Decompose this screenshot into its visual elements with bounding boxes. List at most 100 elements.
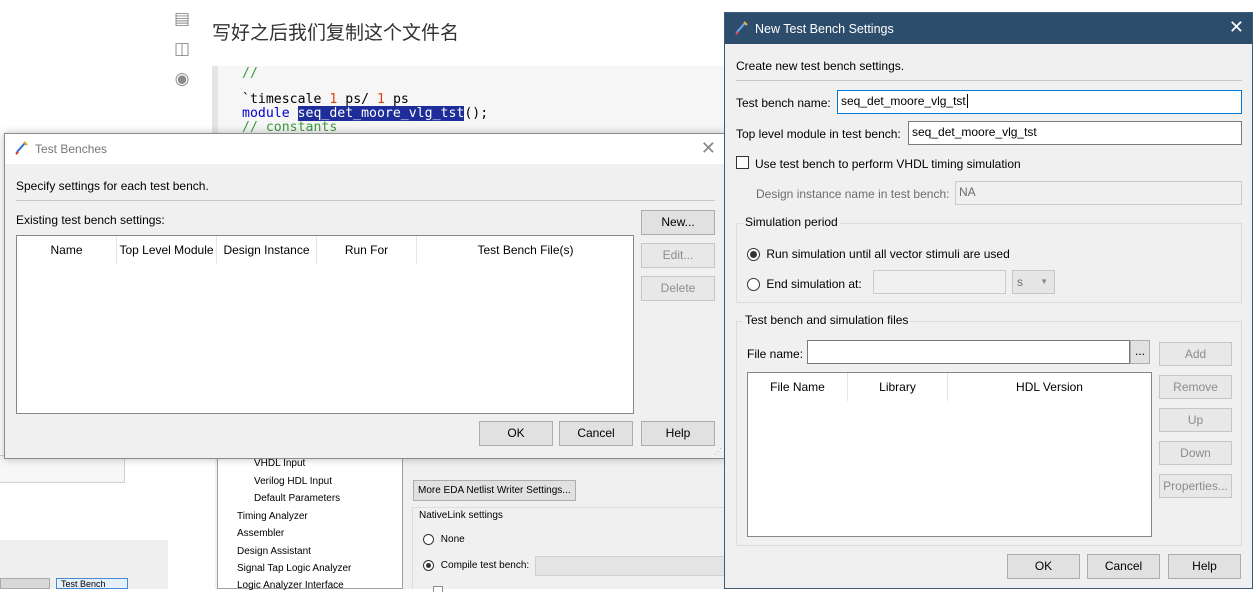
design-instance-input[interactable]: NA: [955, 181, 1242, 205]
tree-item[interactable]: Timing Analyzer: [237, 511, 308, 522]
test-bench-table[interactable]: Name Top Level Module Design Instance Ru…: [16, 235, 634, 414]
vhdl-timing-label: Use test bench to perform VHDL timing si…: [755, 157, 1021, 171]
test-benches-titlebar: Test Benches ✕: [5, 134, 724, 164]
column-header[interactable]: Test Bench File(s): [417, 236, 634, 264]
code-text: ps: [392, 92, 409, 107]
tb-name-value: seq_det_moore_vlg_tst: [841, 94, 966, 108]
dialog-title: New Test Bench Settings: [755, 22, 894, 36]
split-view-icon[interactable]: ◫: [172, 34, 192, 64]
file-name-input[interactable]: [807, 340, 1130, 364]
tree-item[interactable]: Default Parameters: [254, 493, 340, 504]
end-at-radio[interactable]: [747, 278, 760, 292]
properties-button[interactable]: Properties...: [1159, 474, 1232, 498]
time-unit-value: s: [1017, 275, 1023, 289]
dialog-description: Create new test bench settings.: [736, 59, 905, 73]
resize-grip-icon[interactable]: ⋰: [714, 447, 722, 456]
compile-test-bench-select[interactable]: [535, 556, 731, 576]
help-button[interactable]: Help: [1168, 554, 1241, 579]
test-benches-dialog: Test Benches ✕ Specify settings for each…: [4, 133, 725, 459]
cancel-button[interactable]: Cancel: [559, 421, 633, 446]
nativelink-label: NativeLink settings: [419, 510, 503, 521]
simulation-period-label: Simulation period: [743, 215, 840, 229]
tree-item[interactable]: Logic Analyzer Interface: [237, 580, 344, 591]
tree-item[interactable]: VHDL Input: [254, 458, 305, 469]
tb-name-input[interactable]: seq_det_moore_vlg_tst: [837, 90, 1242, 114]
close-icon[interactable]: ✕: [1229, 17, 1244, 38]
divider: [736, 80, 1242, 81]
end-at-label: End simulation at:: [766, 277, 862, 291]
ok-button[interactable]: OK: [1007, 554, 1080, 579]
code-text: ();: [464, 106, 489, 121]
code-comment: //: [242, 66, 258, 81]
doc-toolbar: ▤ ◫ ◉: [172, 4, 192, 94]
new-button[interactable]: New...: [641, 210, 715, 235]
app-icon: [15, 141, 28, 155]
file-name-label: File name:: [747, 347, 804, 361]
radio-compile[interactable]: [423, 560, 434, 571]
tree-item[interactable]: Verilog HDL Input: [254, 476, 332, 487]
radio-none-option[interactable]: None: [423, 534, 465, 545]
files-group-label: Test bench and simulation files: [743, 313, 911, 327]
run-until-option[interactable]: Run simulation until all vector stimuli …: [747, 247, 1010, 262]
eye-icon[interactable]: ◉: [172, 64, 192, 94]
files-group: Test bench and simulation files File nam…: [736, 313, 1242, 546]
taskbar-tab-test-bench[interactable]: Test Bench: [56, 578, 128, 589]
code-block: // `timescale 1 ps/ 1 ps module seq_det_…: [212, 66, 732, 136]
run-until-label: Run simulation until all vector stimuli …: [766, 247, 1010, 261]
delete-button[interactable]: Delete: [641, 276, 715, 301]
radio-none-label: None: [440, 534, 465, 546]
cancel-button[interactable]: Cancel: [1087, 554, 1160, 579]
chevron-down-icon: ▼: [1040, 277, 1048, 286]
background-frame: [0, 455, 125, 483]
top-level-label: Top level module in test bench:: [736, 127, 901, 141]
doc-heading: 写好之后我们复制这个文件名: [212, 22, 460, 44]
help-button[interactable]: Help: [641, 421, 715, 446]
tree-item[interactable]: Signal Tap Logic Analyzer: [237, 563, 351, 574]
up-button[interactable]: Up: [1159, 408, 1232, 432]
simulation-period-group: Simulation period Run simulation until a…: [736, 215, 1242, 303]
new-test-bench-titlebar: New Test Bench Settings ✕: [725, 13, 1252, 44]
time-unit-select[interactable]: s ▼: [1012, 270, 1055, 294]
code-text: ps/: [345, 92, 370, 107]
end-at-option[interactable]: End simulation at:: [747, 277, 862, 292]
radio-compile-option[interactable]: Compile test bench:: [423, 560, 529, 571]
column-header[interactable]: Library: [848, 373, 948, 401]
code-number: 1: [377, 92, 385, 107]
tree-item[interactable]: Assembler: [237, 528, 284, 539]
ok-button[interactable]: OK: [479, 421, 553, 446]
column-header[interactable]: HDL Version: [948, 373, 1151, 401]
run-until-radio[interactable]: [747, 248, 760, 262]
dialog-title: Test Benches: [35, 142, 108, 156]
down-button[interactable]: Down: [1159, 441, 1232, 465]
close-icon[interactable]: ✕: [701, 138, 716, 159]
end-at-input[interactable]: [873, 270, 1006, 294]
text-cursor: [966, 94, 968, 108]
tree-item[interactable]: Design Assistant: [237, 546, 311, 557]
settings-right-pane: More EDA Netlist Writer Settings... Nati…: [410, 455, 731, 592]
remove-button[interactable]: Remove: [1159, 375, 1232, 399]
tb-name-label: Test bench name:: [736, 96, 831, 110]
checkbox-partial[interactable]: [433, 586, 443, 592]
code-selected-module-name[interactable]: seq_det_moore_vlg_tst: [297, 106, 465, 121]
browse-button[interactable]: ...: [1130, 340, 1150, 364]
top-level-input[interactable]: seq_det_moore_vlg_tst: [908, 121, 1242, 145]
design-instance-label: Design instance name in test bench:: [756, 187, 950, 201]
new-test-bench-dialog: New Test Bench Settings ✕ Create new tes…: [724, 12, 1253, 589]
code-keyword: module: [242, 106, 290, 121]
dialog-description: Specify settings for each test bench.: [16, 179, 209, 193]
more-eda-settings-button[interactable]: More EDA Netlist Writer Settings...: [413, 480, 576, 501]
column-header[interactable]: File Name: [748, 373, 848, 401]
column-header[interactable]: Run For: [317, 236, 417, 264]
column-header[interactable]: Design Instance: [217, 236, 317, 264]
taskbar-tab[interactable]: [0, 578, 50, 589]
radio-none[interactable]: [423, 534, 434, 545]
column-header[interactable]: Name: [17, 236, 117, 264]
divider: [16, 200, 715, 201]
column-header[interactable]: Top Level Module: [117, 236, 217, 264]
add-button[interactable]: Add: [1159, 342, 1232, 366]
window-icon[interactable]: ▤: [172, 4, 192, 34]
edit-button[interactable]: Edit...: [641, 243, 715, 268]
files-table[interactable]: File Name Library HDL Version: [747, 372, 1152, 537]
vhdl-timing-checkbox[interactable]: [736, 156, 749, 169]
category-tree[interactable]: VHDL Input Verilog HDL Input Default Par…: [217, 455, 403, 591]
